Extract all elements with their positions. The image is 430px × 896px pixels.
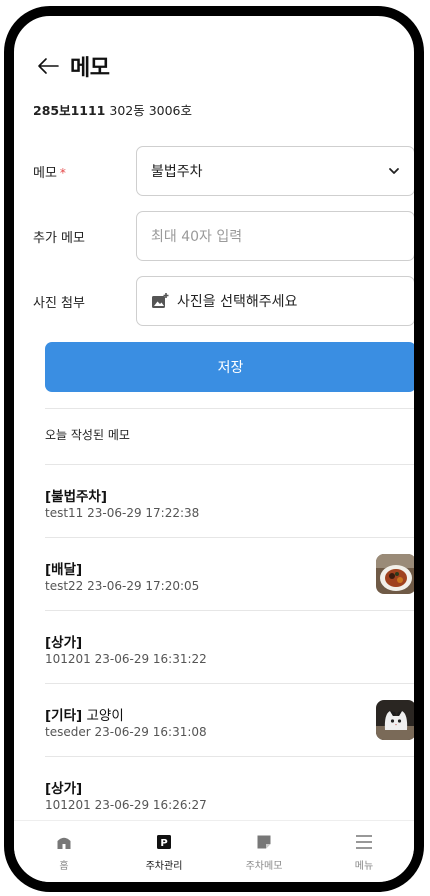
vehicle-plate: 285보1111 — [33, 103, 106, 118]
required-mark: * — [59, 165, 66, 180]
memo-row: 메모 * 불법주차 — [33, 146, 414, 196]
nav-item-memo[interactable]: 주차메모 — [214, 821, 314, 882]
photo-picker[interactable]: 사진을 선택해주세요 — [136, 276, 414, 326]
phone-frame: 메모 285보1111 302동 3006호 메모 * 불법주차 추가 메모 최대… — [4, 6, 424, 892]
memo-item-meta: 101201 23-06-29 16:26:27 — [45, 798, 207, 812]
extra-memo-row: 추가 메모 최대 40자 입력 — [33, 211, 414, 261]
memo-item-text: 고양이 — [82, 708, 124, 724]
nav-item-parking[interactable]: P 주차관리 — [114, 821, 214, 882]
memo-item-title: [불법주차] — [45, 485, 107, 505]
cat-photo-thumbnail[interactable] — [376, 700, 414, 740]
memo-item-tag: [불법주차] — [45, 489, 108, 505]
memo-list-item[interactable]: [배달] test22 23-06-29 17:20:05 — [45, 538, 414, 610]
nav-label-memo: 주차메모 — [245, 861, 283, 872]
memo-item-tag: [배달] — [45, 562, 83, 578]
extra-memo-label: 추가 메모 — [33, 230, 85, 246]
svg-text:P: P — [160, 838, 167, 849]
memo-list-item[interactable]: [기타] 고양이 teseder 23-06-29 16:31:08 — [45, 684, 414, 756]
nav-item-menu[interactable]: 메뉴 — [314, 821, 414, 882]
memo-list-item[interactable]: [불법주차] test11 23-06-29 17:22:38 — [45, 465, 414, 537]
photo-row: 사진 첨부 사진을 선택해주세요 — [33, 276, 414, 326]
extra-memo-input[interactable]: 최대 40자 입력 — [136, 211, 414, 261]
memo-item-title: [기타] 고양이 — [45, 704, 124, 724]
chevron-down-icon — [389, 168, 399, 174]
bottom-nav: 홈 P 주차관리 주차메모 메뉴 — [14, 820, 414, 882]
nav-label-parking: 주차관리 — [145, 861, 183, 872]
screen: 메모 285보1111 302동 3006호 메모 * 불법주차 추가 메모 최대… — [14, 16, 414, 882]
memo-list-item[interactable]: [상가] 101201 23-06-29 16:31:22 — [45, 611, 414, 683]
memo-select[interactable]: 불법주차 — [136, 146, 414, 196]
memo-item-title: [상가] — [45, 777, 82, 797]
back-arrow-icon[interactable] — [34, 52, 62, 80]
save-button[interactable]: 저장 — [45, 342, 414, 392]
memo-item-meta: test22 23-06-29 17:20:05 — [45, 579, 200, 593]
photo-label: 사진 첨부 — [33, 295, 85, 311]
memo-item-title: [상가] — [45, 631, 82, 651]
menu-icon — [355, 833, 373, 851]
nav-item-home[interactable]: 홈 — [14, 821, 114, 882]
today-memos-title: 오늘 작성된 메모 — [45, 428, 130, 442]
memo-item-meta: teseder 23-06-29 16:31:08 — [45, 725, 207, 739]
memo-item-meta: 101201 23-06-29 16:31:22 — [45, 652, 207, 666]
page-title: 메모 — [70, 56, 110, 81]
memo-item-tag: [상가] — [45, 635, 83, 651]
memo-label-text: 메모 — [33, 165, 57, 181]
memo-item-meta: test11 23-06-29 17:22:38 — [45, 506, 200, 520]
divider — [45, 408, 414, 409]
memo-item-tag: [상가] — [45, 781, 83, 797]
nav-label-menu: 메뉴 — [354, 861, 374, 872]
vehicle-address: 302동 3006호 — [105, 103, 193, 118]
nav-label-home: 홈 — [59, 861, 69, 872]
header: 메모 — [34, 46, 110, 86]
parking-icon: P — [155, 833, 173, 851]
vehicle-info: 285보1111 302동 3006호 — [33, 100, 192, 119]
memo-icon — [255, 833, 273, 851]
memo-list-item[interactable]: [상가] 101201 23-06-29 16:26:27 — [45, 757, 414, 829]
memo-label: 메모 * — [33, 162, 136, 181]
photo-picker-text: 사진을 선택해주세요 — [177, 294, 298, 310]
add-image-icon — [152, 293, 169, 308]
food-photo-thumbnail[interactable] — [376, 554, 414, 594]
memo-select-value: 불법주차 — [151, 164, 203, 180]
home-icon — [55, 833, 73, 851]
memo-item-title: [배달] — [45, 558, 82, 578]
memo-item-tag: [기타] — [45, 708, 83, 724]
